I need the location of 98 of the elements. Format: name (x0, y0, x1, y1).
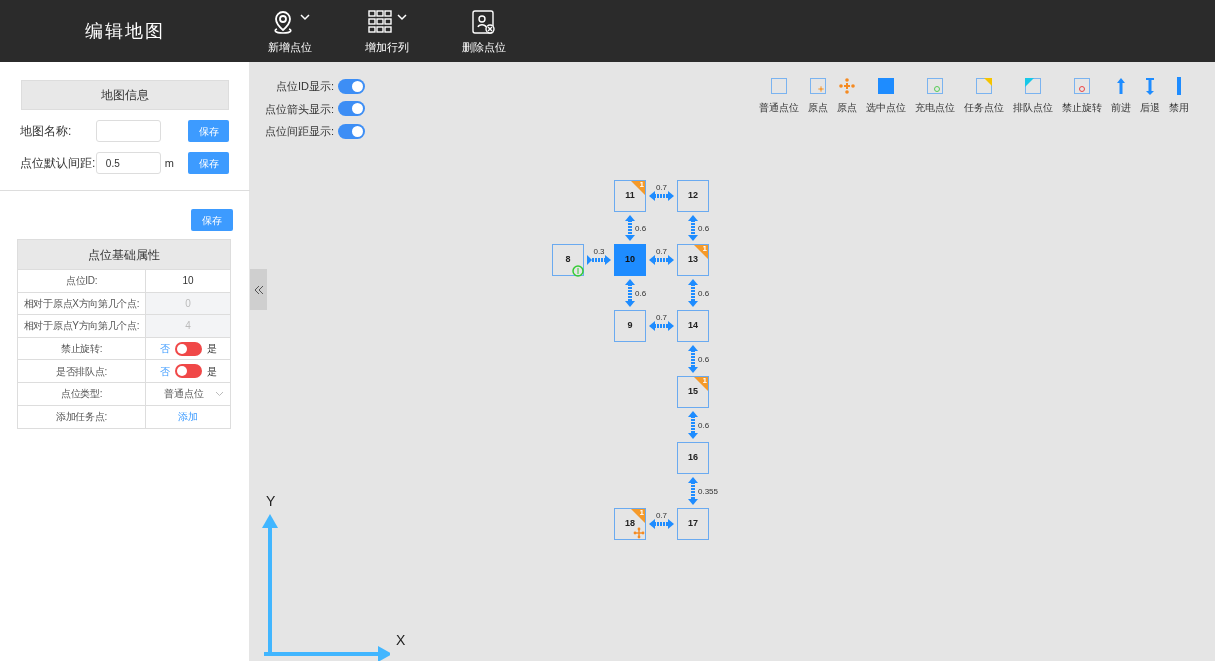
toggle-switch[interactable] (338, 78, 366, 94)
chevron-down-icon (215, 390, 224, 397)
double-arrow (649, 519, 674, 529)
grid-icon (367, 8, 393, 35)
legend-label: 禁用 (1169, 101, 1189, 115)
square-icon (975, 77, 993, 95)
double-arrow (625, 279, 635, 307)
distance-label: 0.6 (698, 421, 710, 430)
distance-label: 0.7 (655, 183, 668, 192)
double-arrow (649, 321, 674, 331)
table-cell: 是否排队点: (18, 360, 146, 382)
map-point[interactable]: 13 1 (677, 244, 709, 276)
square-icon (926, 77, 944, 95)
legend-label: 排队点位 (1013, 101, 1053, 115)
app-title: 编辑地图 (84, 19, 166, 43)
bar-icon (1177, 77, 1181, 95)
map-point[interactable]: 15 1 (677, 376, 709, 408)
legend-label: 后退 (1140, 101, 1160, 115)
table-cell-text: 10 (181, 274, 195, 289)
field-label: 地图名称: (20, 123, 73, 140)
double-arrow (649, 191, 674, 201)
double-chevron-left-icon (253, 284, 264, 295)
section-header: 地图信息 (21, 80, 229, 110)
legend-label: 选中点位 (866, 101, 906, 115)
distance-label: 0.7 (655, 313, 668, 322)
toggle-switch[interactable] (174, 341, 202, 356)
toggle-label: 点位箭头显示: (265, 101, 335, 117)
map-point[interactable]: 11 1 (614, 180, 646, 212)
map-point[interactable]: 8 (552, 244, 584, 276)
map-point[interactable]: 18 1 (614, 508, 646, 540)
text-field[interactable]: 0.5 (95, 152, 161, 174)
distance-label: 0.355 (698, 487, 719, 496)
distance-label: 0.7 (655, 247, 668, 256)
badge-count: 1 (639, 179, 644, 191)
toggle-switch[interactable] (338, 123, 366, 139)
double-arrow (688, 279, 698, 307)
square-icon (1073, 77, 1091, 95)
map-delete-icon (471, 8, 497, 35)
distance-label: 0.7 (655, 511, 668, 520)
table-cell: 点位类型: (18, 382, 146, 405)
toggle-switch[interactable] (174, 364, 202, 379)
toggle-label: 否 (159, 342, 170, 357)
square-icon (809, 77, 827, 95)
square-icon (1024, 77, 1042, 95)
collapse-button[interactable] (250, 269, 267, 310)
toolbar-button[interactable]: 增加行列 (357, 6, 417, 56)
double-arrow (625, 215, 635, 241)
toggle-label: 点位间距显示: (265, 124, 335, 139)
double-arrow (688, 411, 698, 439)
toolbar-button[interactable]: 删除点位 (454, 6, 514, 56)
toggle-label: 是 (206, 364, 217, 379)
arrow (587, 255, 611, 265)
legend-label: 前进 (1111, 101, 1131, 115)
legend-label: 任务点位 (964, 101, 1004, 115)
charging-icon (572, 265, 584, 277)
map-point[interactable]: 17 (677, 508, 709, 540)
toggle-label: 否 (159, 364, 170, 379)
table-cell: 添加任务点: (18, 405, 146, 429)
distance-label: 0.6 (635, 289, 647, 298)
field-label: 点位默认间距: (20, 155, 96, 172)
legend-label: 充电点位 (915, 101, 955, 115)
table-cell: 点位ID: (18, 270, 146, 292)
axis-label: X (396, 631, 406, 650)
map-point[interactable]: 12 (677, 180, 709, 212)
badge-count: 1 (702, 243, 707, 255)
legend-label: 原点 (837, 101, 857, 115)
text-field[interactable] (95, 120, 161, 142)
axis-label: Y (266, 492, 276, 511)
toggle-switch[interactable] (338, 101, 366, 117)
filled-square-icon (877, 77, 895, 95)
double-arrow (688, 215, 698, 241)
select-field[interactable]: 普通点位 (146, 382, 230, 405)
badge-count: 1 (702, 375, 707, 387)
cross-dots-icon (633, 527, 645, 539)
legend-label: 普通点位 (759, 101, 799, 115)
legend-label: 原点 (808, 101, 828, 115)
map-point[interactable]: 14 (677, 310, 709, 342)
toolbar-button[interactable]: 新增点位 (260, 6, 320, 56)
distance-label: 0.6 (698, 289, 710, 298)
double-arrow (649, 255, 674, 265)
toggle-label: 是 (206, 342, 217, 357)
distance-label: 0.3 (593, 247, 605, 256)
distance-label: 0.6 (698, 355, 710, 364)
table-header: 点位基础属性 (18, 240, 230, 270)
legend-label: 禁止旋转 (1062, 101, 1102, 115)
distance-label: 0.6 (635, 224, 647, 233)
toggle-label: 点位ID显示: (276, 79, 335, 94)
map-point[interactable]: 10 (614, 244, 646, 276)
table-cell: 禁止旋转: (18, 337, 146, 360)
double-arrow (688, 477, 698, 505)
cross-dots-icon (838, 77, 856, 95)
unit-label: m (163, 155, 175, 171)
distance-label: 0.6 (698, 224, 710, 233)
double-arrow (688, 345, 698, 373)
map-point[interactable]: 9 (614, 310, 646, 342)
map-point[interactable]: 16 (677, 442, 709, 474)
badge-count: 1 (639, 507, 644, 519)
square-icon (770, 77, 788, 95)
